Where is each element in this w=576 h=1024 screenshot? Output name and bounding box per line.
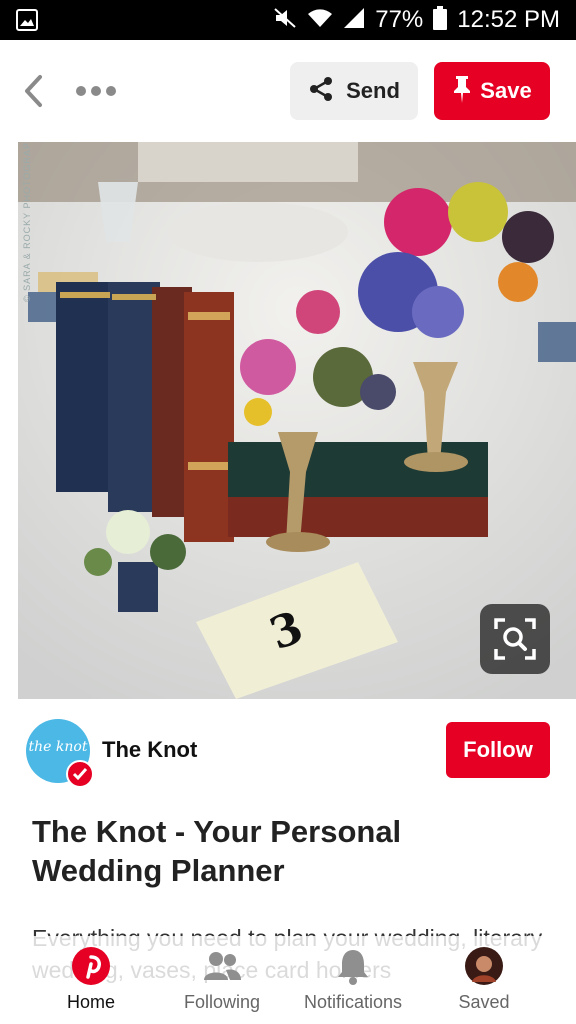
photo-credit: © SARA & ROCKY PHOTOGRAPHY xyxy=(22,142,32,302)
verified-check-icon xyxy=(66,760,94,788)
nav-saved[interactable]: Saved xyxy=(419,936,549,1024)
more-icon[interactable] xyxy=(74,84,118,98)
gallery-icon xyxy=(16,9,38,31)
clock: 12:52 PM xyxy=(457,6,560,33)
nav-notifications[interactable]: Notifications xyxy=(288,936,418,1024)
share-icon xyxy=(308,76,334,107)
back-arrow-icon[interactable] xyxy=(20,74,50,108)
bell-icon xyxy=(333,946,373,986)
nav-following[interactable]: Following xyxy=(157,936,287,1024)
battery-icon xyxy=(433,5,448,35)
nav-label-home: Home xyxy=(66,992,115,1012)
signal-icon xyxy=(343,7,365,34)
status-bar: 77% 12:52 PM xyxy=(0,0,576,40)
nav-label-following: Following xyxy=(183,992,261,1012)
save-label: Save xyxy=(480,78,532,103)
avatar-logo-text: the knot xyxy=(28,739,88,755)
pinterest-icon xyxy=(71,946,111,986)
follow-button[interactable]: Follow xyxy=(446,722,550,778)
creator-name[interactable]: The Knot xyxy=(102,737,197,763)
visual-search-icon[interactable] xyxy=(480,604,550,674)
pin-action-bar: Send Save xyxy=(0,40,576,142)
nav-label-saved: Saved xyxy=(458,992,510,1012)
battery-percent: 77% xyxy=(375,6,424,33)
people-icon xyxy=(202,946,242,986)
save-button[interactable]: Save xyxy=(434,62,550,120)
pin-icon xyxy=(452,74,472,109)
send-button[interactable]: Send xyxy=(290,62,418,120)
pin-title: The Knot - Your Personal Wedding Planner xyxy=(32,814,402,888)
nav-home[interactable]: Home xyxy=(26,936,156,1024)
send-label: Send xyxy=(346,78,400,103)
wifi-icon xyxy=(307,7,333,34)
pin-image[interactable]: 3 © SARA & ROCKY PHOTOGRAPHY xyxy=(18,142,576,699)
profile-avatar xyxy=(464,946,504,986)
bottom-navigation: Home Following Notifications Saved xyxy=(0,936,576,1024)
nav-label-notifications: Notifications xyxy=(303,992,403,1012)
mute-icon xyxy=(273,7,297,34)
